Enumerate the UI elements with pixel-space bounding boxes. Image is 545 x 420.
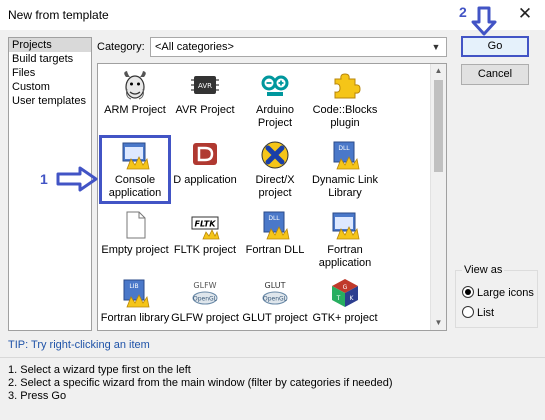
svg-text:GLUT: GLUT <box>265 281 286 290</box>
annotation-arrow-down-icon <box>471 6 497 36</box>
svg-text:GLFW: GLFW <box>193 281 216 290</box>
radio-large-icons[interactable]: Large icons <box>462 285 534 301</box>
template-fortran-dll[interactable]: DLL Fortran DLL <box>240 208 310 258</box>
svg-text:OpenGL: OpenGL <box>193 296 218 303</box>
scroll-up-icon[interactable]: ▲ <box>431 64 446 78</box>
scroll-thumb[interactable] <box>434 80 443 172</box>
arduino-icon <box>261 75 289 96</box>
glfw-icon: GLFW OpenGL <box>192 281 218 305</box>
gtk-icon: G T K <box>332 279 358 307</box>
template-codeblocks-plugin[interactable]: Code::Blocks plugin <box>310 68 380 131</box>
glut-icon: GLUT OpenGL <box>262 281 288 305</box>
instructions: 1. Select a wizard type first on the lef… <box>8 364 393 403</box>
go-button[interactable]: Go <box>461 36 529 57</box>
category-label: Category: <box>97 41 145 53</box>
radio-button-checked[interactable] <box>462 286 474 298</box>
template-d-application[interactable]: D application <box>170 138 240 188</box>
template-gtk-project[interactable]: G T K GTK+ project <box>310 276 380 326</box>
annotation-arrow-right-icon <box>56 166 98 192</box>
view-as-group: View as Large icons List <box>455 264 538 328</box>
cancel-button[interactable]: Cancel <box>461 64 529 85</box>
dll-icon: DLL <box>333 141 360 170</box>
fortran-lib-icon: LIB <box>123 279 150 308</box>
list-item-user-templates[interactable]: User templates <box>9 94 91 108</box>
window-title: New from template <box>8 8 109 22</box>
template-label: Dynamic Link Library <box>311 174 379 199</box>
fortran-app-icon <box>332 212 360 240</box>
svg-text:DLL: DLL <box>268 215 280 222</box>
list-item-custom[interactable]: Custom <box>9 80 91 94</box>
radio-list[interactable]: List <box>462 305 494 321</box>
template-grid: ARM Project AVR AVR Project Arduino Proj… <box>97 63 447 331</box>
template-avr-project[interactable]: AVR AVR Project <box>170 68 240 118</box>
puzzle-icon <box>334 73 361 99</box>
instruction-line: 3. Press Go <box>8 390 67 402</box>
radio-label: List <box>477 307 495 319</box>
chevron-down-icon: ▼ <box>431 42 441 52</box>
fortran-dll-icon: DLL <box>263 211 290 240</box>
svg-text:G: G <box>343 284 348 291</box>
template-grid-scrollbar[interactable]: ▲ ▼ <box>430 64 446 330</box>
avr-chip-icon: AVR <box>191 76 219 94</box>
svg-text:AVR: AVR <box>198 82 212 90</box>
template-label: Arduino Project <box>256 104 294 129</box>
template-fortran-application[interactable]: Fortran application <box>310 208 380 271</box>
template-glut-project[interactable]: GLUT OpenGL GLUT project <box>240 276 310 326</box>
template-empty-project[interactable]: Empty project <box>100 208 170 258</box>
svg-text:FLTK: FLTK <box>195 220 217 229</box>
instruction-line: 2. Select a specific wizard from the mai… <box>8 377 393 389</box>
template-label: Code::Blocks plugin <box>312 104 378 129</box>
template-glfw-project[interactable]: GLFW OpenGL GLFW project <box>170 276 240 326</box>
category-dropdown[interactable]: <All categories> ▼ <box>150 37 447 57</box>
instruction-line: 1. Select a wizard type first on the lef… <box>8 364 191 376</box>
list-item-files[interactable]: Files <box>9 66 91 80</box>
fltk-icon: FLTK <box>191 216 220 240</box>
template-label: Console application <box>108 174 162 199</box>
template-fltk-project[interactable]: FLTK FLTK project <box>170 208 240 258</box>
annotation-step-1-number: 1 <box>40 171 48 187</box>
divider <box>0 357 545 358</box>
template-directx-project[interactable]: Direct/X project <box>240 138 310 201</box>
annotation-step-2-number: 2 <box>459 4 467 20</box>
directx-icon <box>261 141 289 169</box>
template-label: Fortran application <box>318 244 372 269</box>
close-icon[interactable]: ✕ <box>513 3 537 25</box>
list-item-build-targets[interactable]: Build targets <box>9 52 91 66</box>
gnu-icon <box>124 71 146 100</box>
console-app-icon <box>122 142 150 170</box>
template-label: ARM Project <box>104 104 166 116</box>
radio-button[interactable] <box>462 306 474 318</box>
template-console-application[interactable]: Console application <box>99 135 171 204</box>
template-dynamic-link-library[interactable]: DLL Dynamic Link Library <box>310 138 380 201</box>
template-arm-project[interactable]: ARM Project <box>100 68 170 118</box>
d-lang-icon <box>193 143 217 165</box>
template-label: GLFW project <box>171 312 239 324</box>
svg-text:T: T <box>336 295 341 302</box>
radio-label: Large icons <box>477 287 534 299</box>
template-label: FLTK project <box>173 244 237 256</box>
template-arduino-project[interactable]: Arduino Project <box>240 68 310 131</box>
template-label: Empty project <box>101 244 169 256</box>
template-label: Direct/X project <box>255 174 295 199</box>
svg-text:DLL: DLL <box>338 145 350 152</box>
template-label: GLUT project <box>242 312 308 324</box>
template-label: Fortran DLL <box>245 244 305 256</box>
svg-text:OpenGL: OpenGL <box>263 296 288 303</box>
template-label: D application <box>173 174 237 186</box>
category-value: <All categories> <box>155 41 234 53</box>
list-item-projects[interactable]: Projects <box>9 38 91 52</box>
svg-text:LIB: LIB <box>129 283 138 290</box>
blank-page-icon <box>126 211 146 239</box>
template-label: GTK+ project <box>312 312 378 324</box>
template-fortran-library[interactable]: LIB Fortran library <box>100 276 170 326</box>
view-as-legend: View as <box>462 264 505 276</box>
template-label: Fortran library <box>100 312 170 324</box>
tip-text: TIP: Try right-clicking an item <box>8 339 150 351</box>
scroll-down-icon[interactable]: ▼ <box>431 316 446 330</box>
template-label: AVR Project <box>175 104 235 116</box>
